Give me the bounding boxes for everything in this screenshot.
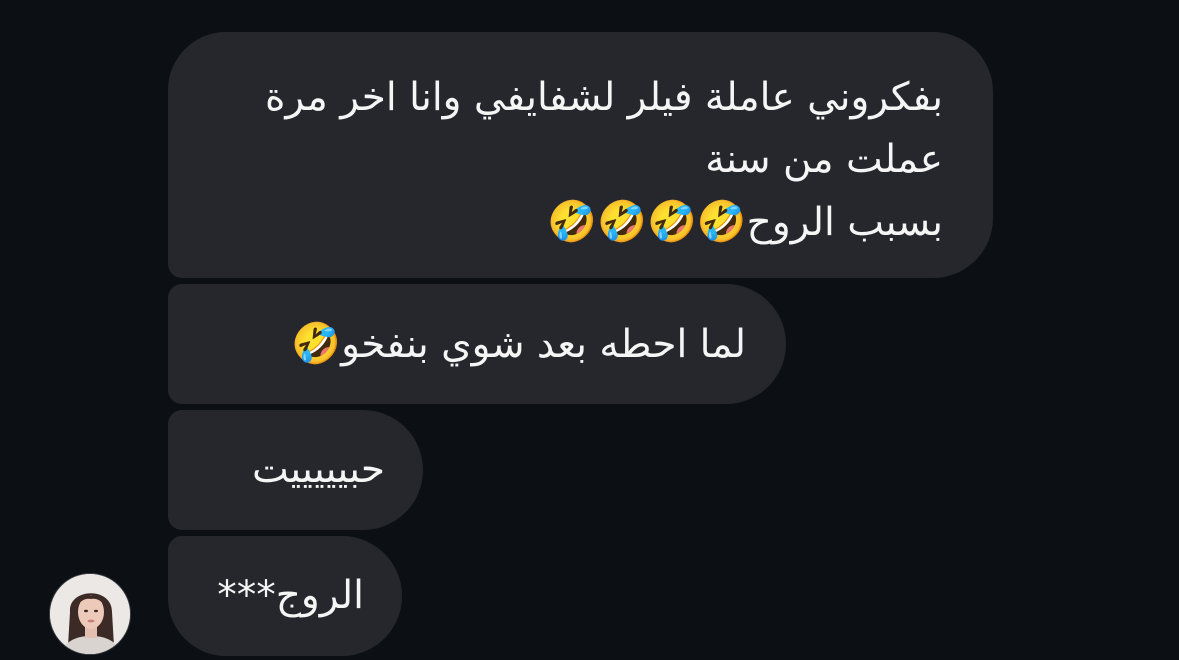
message-text: بسبب الروح (746, 200, 943, 245)
message-bubble[interactable]: لما احطه بعد شوي بنفخو🤣 (168, 284, 786, 404)
message-bubble[interactable]: بفكروني عاملة فيلر لشفايفي وانا اخر مرة … (168, 32, 993, 278)
message-bubble[interactable]: حبيييييت (168, 410, 423, 530)
message-text: عملت من سنة (705, 137, 943, 182)
message-text-line: بسبب الروح🤣🤣🤣🤣 (208, 191, 943, 254)
message-text: بفكروني عاملة فيلر لشفايفي وانا اخر مرة (264, 75, 943, 120)
rofl-emoji-icon: 🤣 (291, 321, 342, 367)
rofl-emoji-icon: 🤣🤣🤣🤣 (547, 199, 747, 245)
sender-avatar[interactable] (49, 573, 131, 655)
message-thread: بفكروني عاملة فيلر لشفايفي وانا اخر مرة … (0, 0, 1179, 660)
message-bubble[interactable]: الروج*** (168, 536, 402, 656)
profile-photo-icon (50, 574, 130, 654)
message-text: لما احطه بعد شوي بنفخو (341, 322, 746, 367)
message-text: حبيييييت (251, 447, 385, 492)
message-text: الروج*** (217, 573, 364, 618)
